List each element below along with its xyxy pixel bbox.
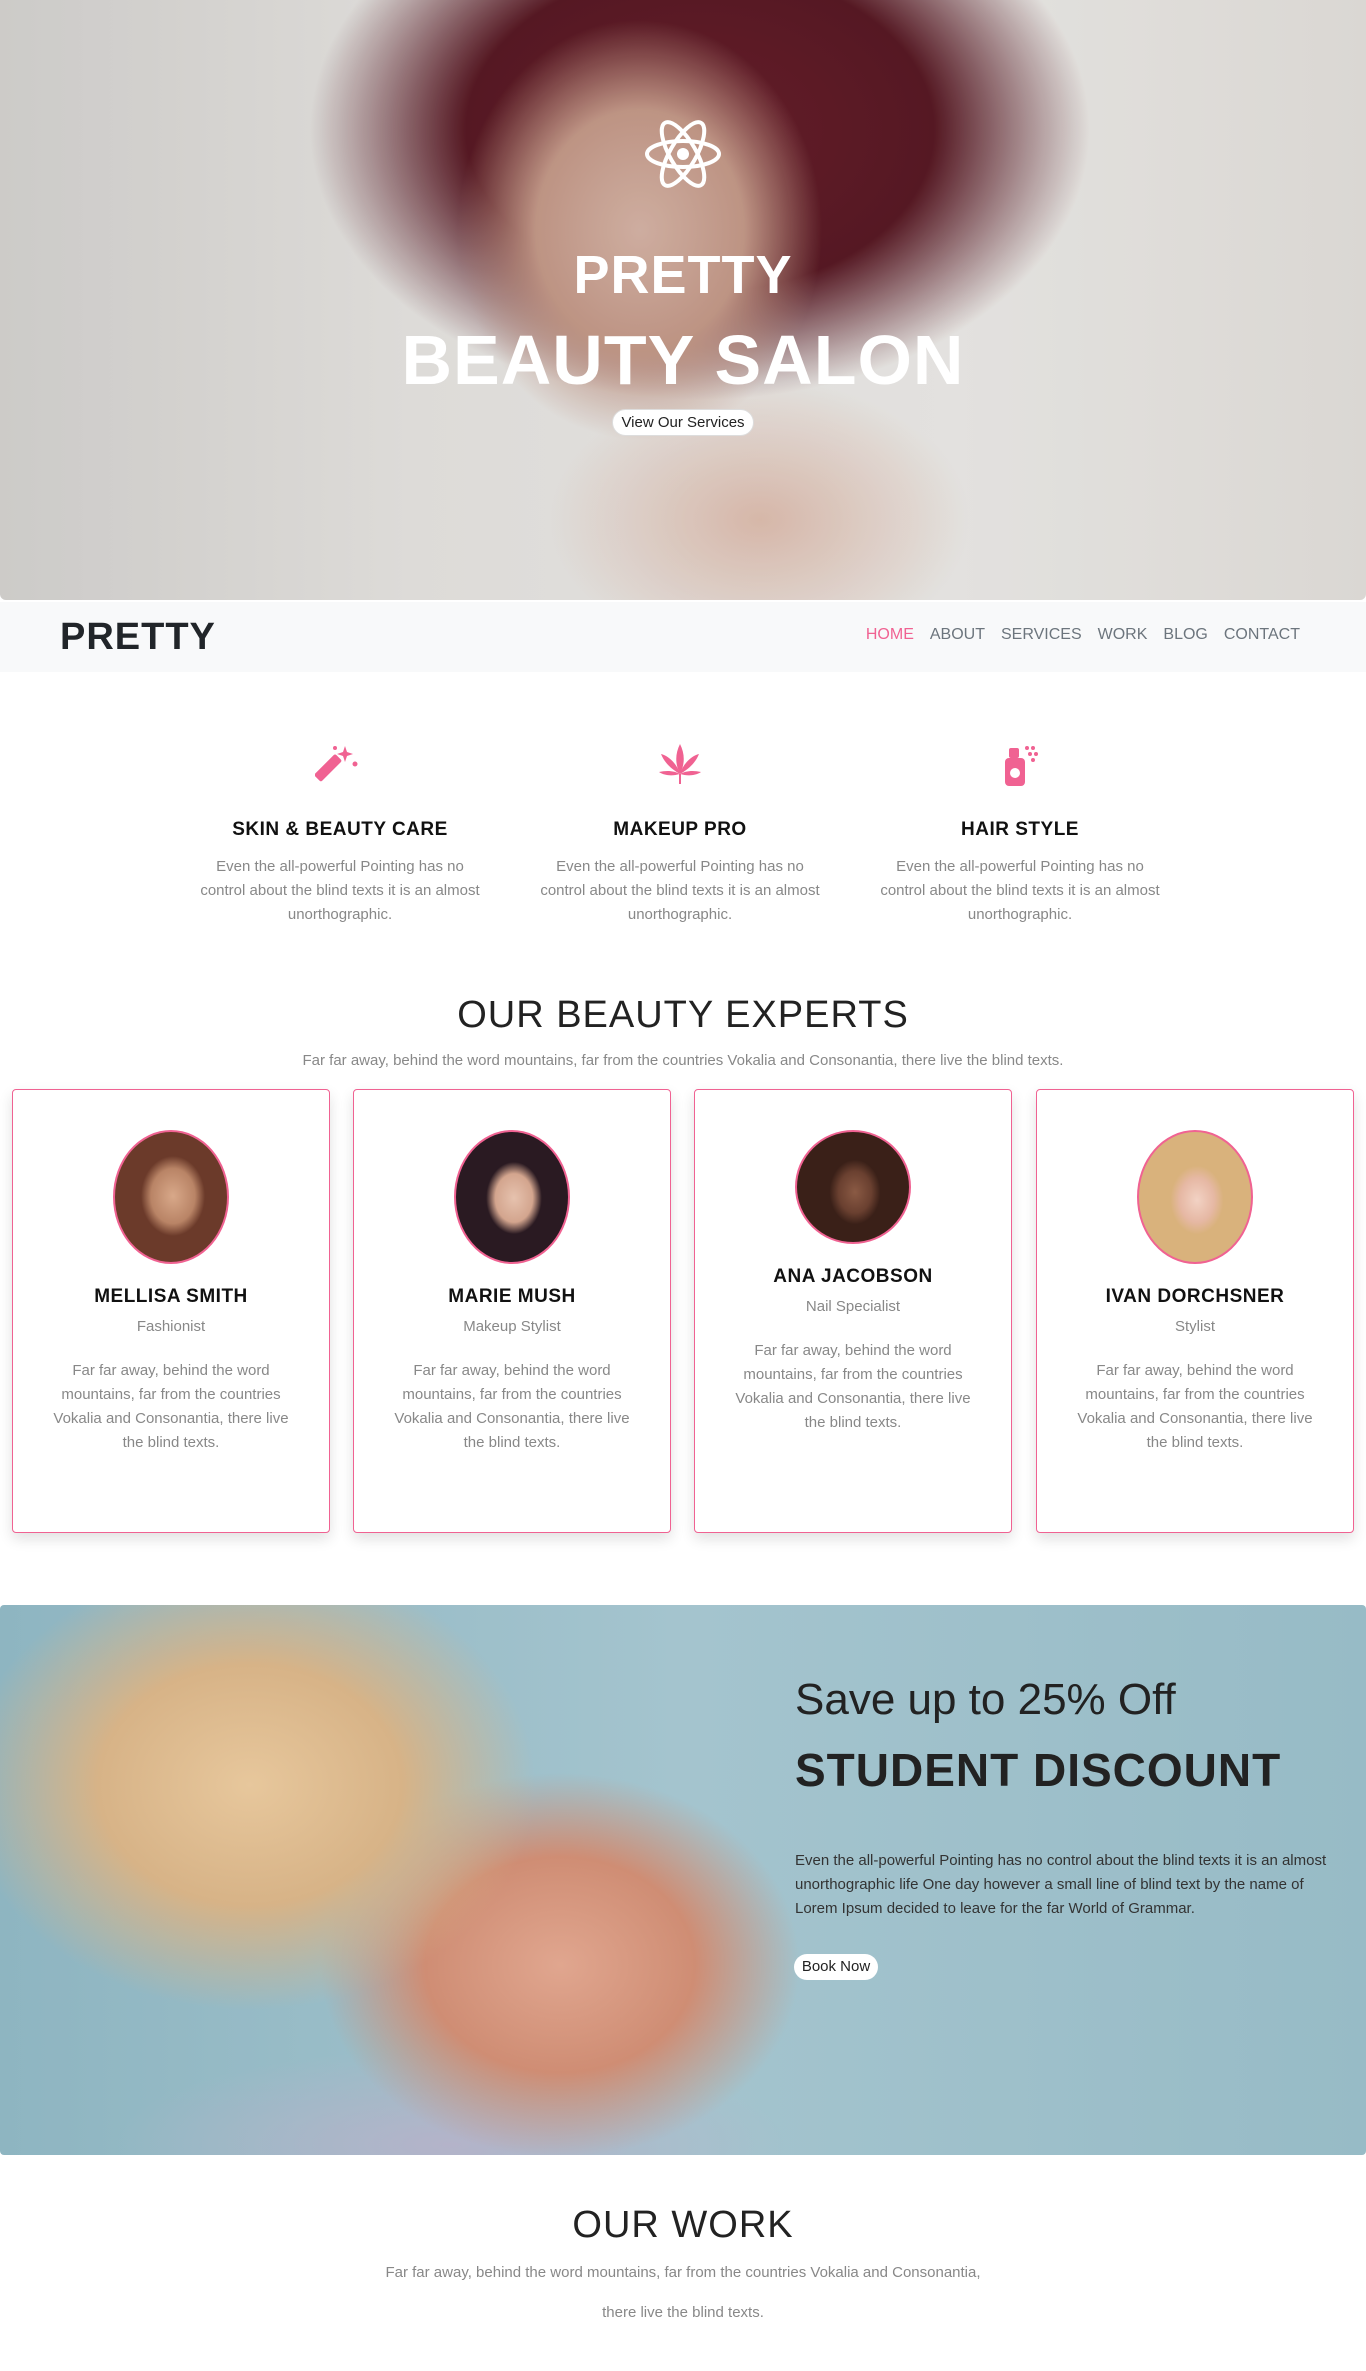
hero-section: PRETTY BEAUTY SALON View Our Services bbox=[0, 0, 1366, 600]
expert-role: Stylist bbox=[1174, 1318, 1215, 1335]
nav-item-services[interactable]: SERVICES bbox=[1001, 626, 1082, 644]
expert-description: Far far away, behind the word mountains,… bbox=[394, 1362, 630, 1451]
atom-icon bbox=[645, 120, 721, 188]
nav-menu: HOME ABOUT SERVICES WORK BLOG CONTACT bbox=[866, 626, 1300, 644]
work-subtitle-line1: Far far away, behind the word mountains,… bbox=[385, 2264, 981, 2281]
service-title: MAKEUP PRO bbox=[613, 819, 747, 840]
brand-logo[interactable]: PRETTY bbox=[60, 616, 216, 659]
expert-description: Far far away, behind the word mountains,… bbox=[735, 1342, 971, 1431]
expert-card: ANA JACOBSON Nail Specialist Far far awa… bbox=[694, 1089, 1012, 1533]
nav-item-work[interactable]: WORK bbox=[1098, 626, 1148, 644]
nav-item-contact[interactable]: CONTACT bbox=[1224, 626, 1300, 644]
expert-name: MARIE MUSH bbox=[448, 1286, 576, 1307]
nav-item-about[interactable]: ABOUT bbox=[930, 626, 985, 644]
view-services-button[interactable]: View Our Services bbox=[612, 409, 754, 436]
avatar bbox=[113, 1130, 229, 1264]
service-description: Even the all-powerful Pointing has no co… bbox=[540, 858, 820, 923]
discount-title: STUDENT DISCOUNT bbox=[795, 1744, 1282, 1796]
expert-name: IVAN DORCHSNER bbox=[1105, 1286, 1285, 1307]
discount-subtitle: Save up to 25% Off bbox=[795, 1675, 1176, 1724]
book-now-button[interactable]: Book Now bbox=[794, 1954, 878, 1980]
expert-card: MELLISA SMITH Fashionist Far far away, b… bbox=[12, 1089, 330, 1533]
services-section: SKIN & BEAUTY CARE Even the all-powerful… bbox=[200, 740, 1222, 940]
navbar: PRETTY HOME ABOUT SERVICES WORK BLOG CON… bbox=[0, 602, 1366, 672]
expert-description: Far far away, behind the word mountains,… bbox=[53, 1362, 289, 1451]
service-item: HAIR STYLE Even the all-powerful Pointin… bbox=[880, 740, 1160, 927]
work-subtitle-line2: there live the blind texts. bbox=[602, 2304, 764, 2321]
avatar bbox=[454, 1130, 570, 1264]
service-description: Even the all-powerful Pointing has no co… bbox=[200, 858, 480, 923]
expert-name: MELLISA SMITH bbox=[94, 1286, 248, 1307]
expert-description: Far far away, behind the word mountains,… bbox=[1077, 1362, 1313, 1451]
discount-description: Even the all-powerful Pointing has no co… bbox=[795, 1852, 1327, 1917]
nav-item-blog[interactable]: BLOG bbox=[1163, 626, 1207, 644]
expert-card: IVAN DORCHSNER Stylist Far far away, beh… bbox=[1036, 1089, 1354, 1533]
expert-name: ANA JACOBSON bbox=[773, 1266, 933, 1287]
service-title: SKIN & BEAUTY CARE bbox=[232, 819, 448, 840]
service-description: Even the all-powerful Pointing has no co… bbox=[880, 858, 1160, 923]
nav-item-home[interactable]: HOME bbox=[866, 626, 914, 644]
avatar bbox=[795, 1130, 911, 1244]
expert-role: Makeup Stylist bbox=[463, 1318, 561, 1335]
service-item: MAKEUP PRO Even the all-powerful Pointin… bbox=[540, 740, 820, 927]
work-title: OUR WORK bbox=[572, 2204, 794, 2246]
hero-title-small: PRETTY bbox=[573, 245, 793, 305]
expert-role: Nail Specialist bbox=[805, 1298, 901, 1315]
avatar bbox=[1137, 1130, 1253, 1264]
service-item: SKIN & BEAUTY CARE Even the all-powerful… bbox=[200, 740, 480, 927]
experts-title: OUR BEAUTY EXPERTS bbox=[457, 994, 909, 1036]
spray-bottle-icon bbox=[1005, 746, 1038, 786]
magic-wand-icon bbox=[314, 746, 358, 782]
discount-banner: Save up to 25% Off STUDENT DISCOUNT Even… bbox=[0, 1605, 1366, 2155]
experts-subtitle: Far far away, behind the word mountains,… bbox=[302, 1052, 1064, 1069]
expert-card: MARIE MUSH Makeup Stylist Far far away, … bbox=[353, 1089, 671, 1533]
leaf-icon bbox=[659, 744, 701, 784]
hero-title-large: BEAUTY SALON bbox=[401, 321, 965, 399]
expert-role: Fashionist bbox=[136, 1318, 206, 1335]
service-title: HAIR STYLE bbox=[961, 819, 1079, 840]
